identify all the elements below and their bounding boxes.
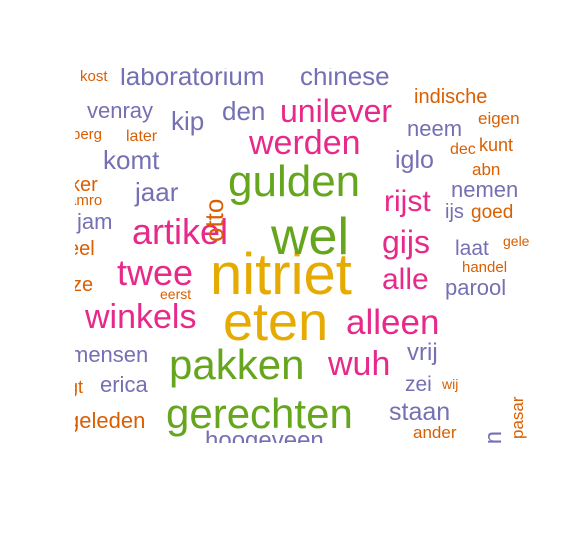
word-kip: kip xyxy=(171,106,205,136)
word-ijs: ijs xyxy=(445,201,464,223)
word-laboratorium: laboratorium xyxy=(120,68,265,91)
word-genomen: genomen xyxy=(480,431,507,443)
word-nemen: nemen xyxy=(451,177,519,202)
word-den: den xyxy=(222,96,266,126)
word-jam: jam xyxy=(77,209,113,234)
word-kost: kost xyxy=(80,68,108,85)
word-gijs: gijs xyxy=(382,224,431,260)
word-rijst: rijst xyxy=(384,185,431,218)
word-jaar: jaar xyxy=(135,177,179,207)
word-ze: ze xyxy=(75,274,94,296)
word-werden: werden xyxy=(249,124,361,162)
word-komt: komt xyxy=(103,145,160,175)
word-iglo: iglo xyxy=(395,146,434,174)
word-winkels: winkels xyxy=(85,298,197,336)
word-wuh: wuh xyxy=(328,345,391,383)
word-dec: dec xyxy=(450,141,476,158)
word-cloud: nitriet eten wel gulden pakken gerechten… xyxy=(75,68,545,443)
word-erica: erica xyxy=(100,372,148,397)
word-unilever: unilever xyxy=(280,93,393,129)
word-abn: abn xyxy=(472,160,501,179)
word-pakken: pakken xyxy=(169,341,305,388)
word-pasar: pasar xyxy=(508,396,527,439)
word-laat: laat xyxy=(455,237,489,260)
word-handel: handel xyxy=(462,259,508,276)
word-eigen: eigen xyxy=(478,109,520,128)
word-kunt: kunt xyxy=(479,135,514,155)
word-wij: wij xyxy=(442,376,459,392)
word-staan: staan xyxy=(389,398,451,426)
word-alleen: alleen xyxy=(346,303,440,342)
word-eerst: eerst xyxy=(160,286,192,302)
word-parool: parool xyxy=(445,275,507,300)
word-wel: wel xyxy=(271,208,350,266)
word-goed: goed xyxy=(471,202,514,223)
word-ander: ander xyxy=(413,423,457,442)
word-eel: eel xyxy=(75,238,95,260)
word-berg: berg xyxy=(75,126,103,143)
word-neem: neem xyxy=(407,116,463,141)
word-geleden: geleden xyxy=(75,408,146,433)
word-amro: amro xyxy=(75,192,103,209)
word-gele: gele xyxy=(503,233,530,249)
word-alle: alle xyxy=(382,263,429,296)
word-gt: gt xyxy=(75,377,84,397)
word-vrij: vrij xyxy=(407,339,438,366)
word-zei: zei xyxy=(405,373,432,396)
word-hoogeveen: hoogeveen xyxy=(205,427,324,444)
word-gulden: gulden xyxy=(228,157,361,206)
word-later: later xyxy=(126,128,158,145)
word-venray: venray xyxy=(87,98,154,123)
word-otto: otto xyxy=(199,198,229,242)
word-chinese: chinese xyxy=(300,68,390,91)
word-indische: indische xyxy=(414,86,488,108)
word-mensen: mensen xyxy=(75,342,149,367)
